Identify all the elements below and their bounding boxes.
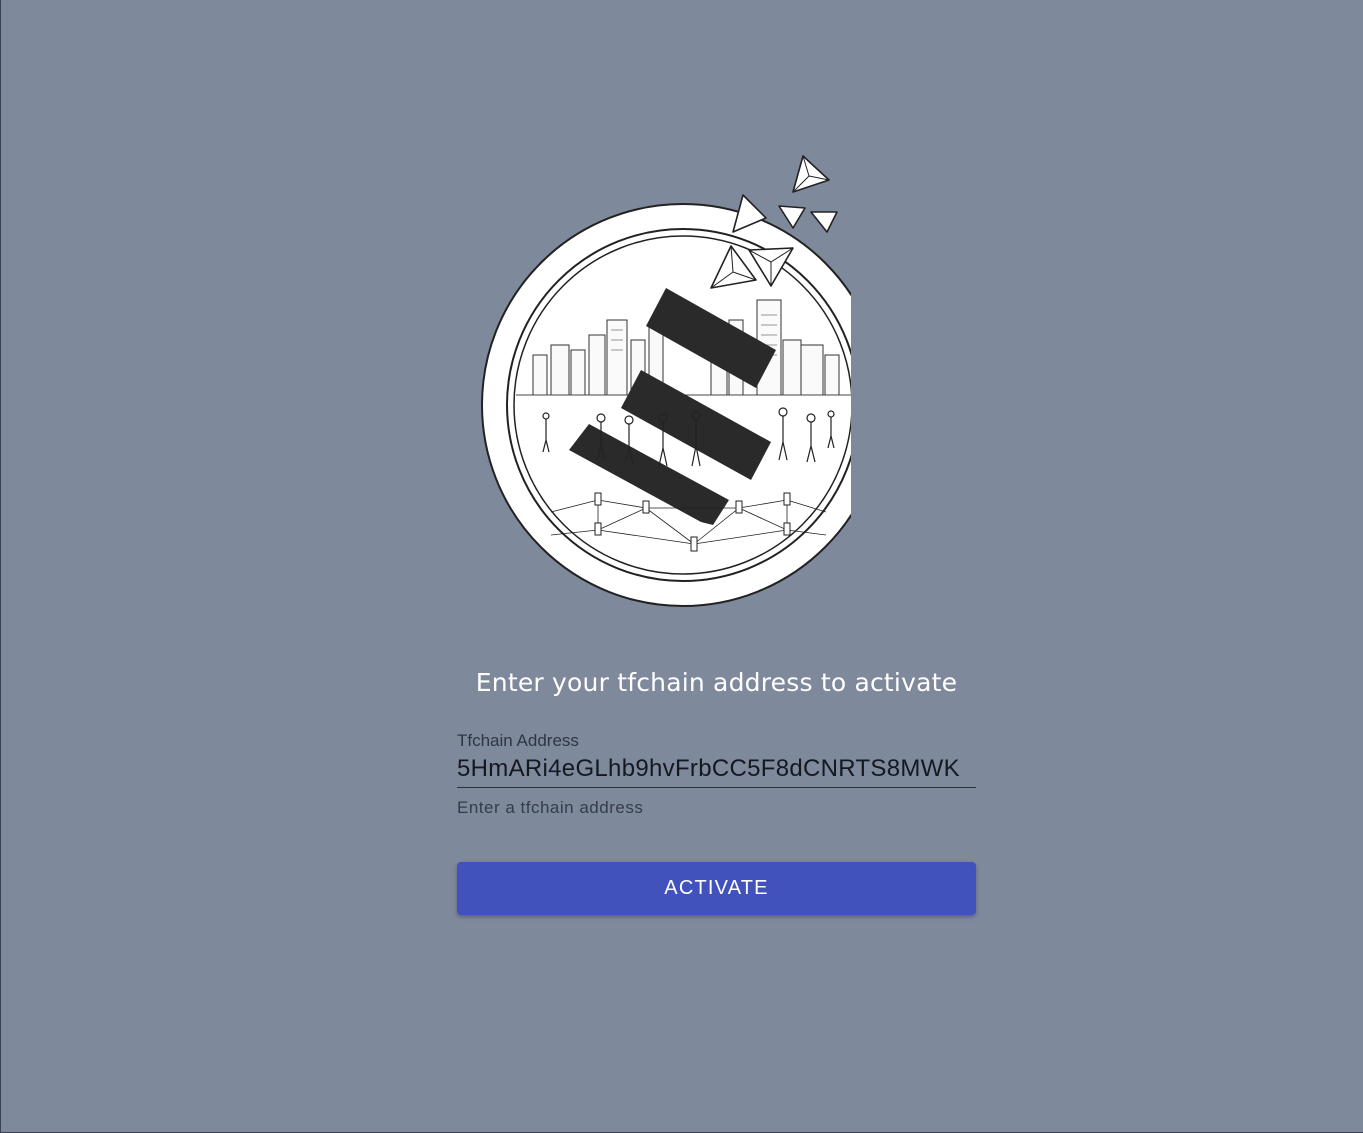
activation-page: Enter your tfchain address to activate T… <box>0 0 1363 1133</box>
threefold-logo-illustration <box>471 150 851 620</box>
activate-button[interactable]: ACTIVATE <box>457 862 976 915</box>
logo-graphic <box>481 155 851 607</box>
tfchain-address-hint: Enter a tfchain address <box>457 798 644 817</box>
page-heading: Enter your tfchain address to activate <box>475 668 958 697</box>
tfchain-address-input[interactable] <box>457 752 976 788</box>
tfchain-address-label: Tfchain Address <box>457 731 579 750</box>
tfchain-address-field: Tfchain Address Enter a tfchain address <box>457 730 976 818</box>
